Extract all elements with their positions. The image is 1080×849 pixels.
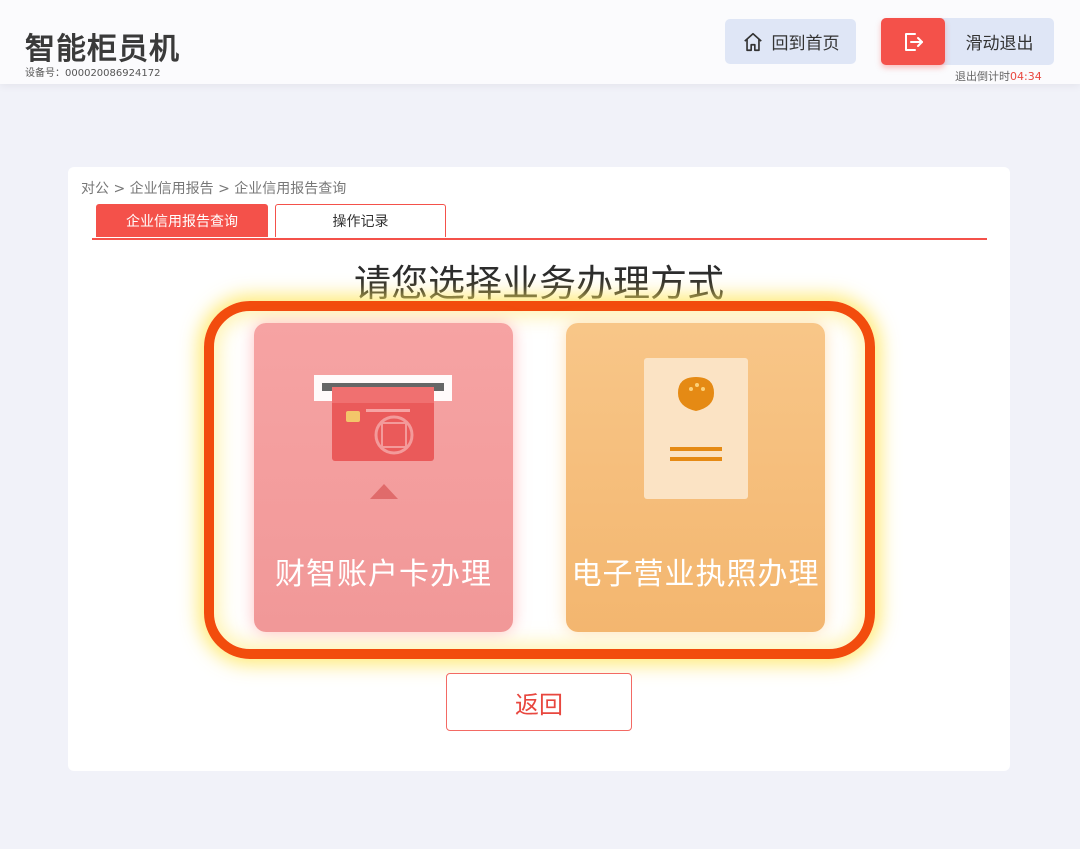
countdown-time: 04:34 [1010,70,1042,83]
option-card-license[interactable]: 电子营业执照办理 [566,323,825,632]
option-card-account-label: 财智账户卡办理 [275,557,492,592]
slide-exit-button[interactable]: 滑动退出 [881,18,1054,65]
exit-countdown: 退出倒计时04:34 [955,68,1042,84]
tab-operation-records[interactable]: 操作记录 [275,204,446,237]
card-insert-icon [314,375,452,499]
top-bar: 智能柜员机 设备号：000020086924172 回到首页 滑动退出 退出倒计… [0,0,1080,84]
tab-credit-report-query[interactable]: 企业信用报告查询 [96,204,268,237]
page-title: 请您选择业务办理方式 [354,262,724,305]
app-title: 智能柜员机 [25,32,180,67]
exit-handle[interactable] [881,18,945,65]
device-id: 设备号：000020086924172 [25,68,161,79]
back-button[interactable]: 返回 [446,673,632,731]
home-button[interactable]: 回到首页 [725,19,856,64]
home-icon [743,32,762,51]
tab-underline [92,238,987,240]
breadcrumb: 对公 > 企业信用报告 > 企业信用报告查询 [81,181,347,197]
slide-exit-label: 滑动退出 [965,34,1034,54]
business-license-icon [644,358,748,499]
option-card-license-label: 电子营业执照办理 [571,557,820,592]
home-button-label: 回到首页 [771,34,840,54]
option-card-account[interactable]: 财智账户卡办理 [254,323,513,632]
logout-icon [905,32,923,51]
countdown-label: 退出倒计时 [955,70,1010,83]
main-panel: 对公 > 企业信用报告 > 企业信用报告查询 企业信用报告查询 操作记录 请您选… [68,167,1010,771]
